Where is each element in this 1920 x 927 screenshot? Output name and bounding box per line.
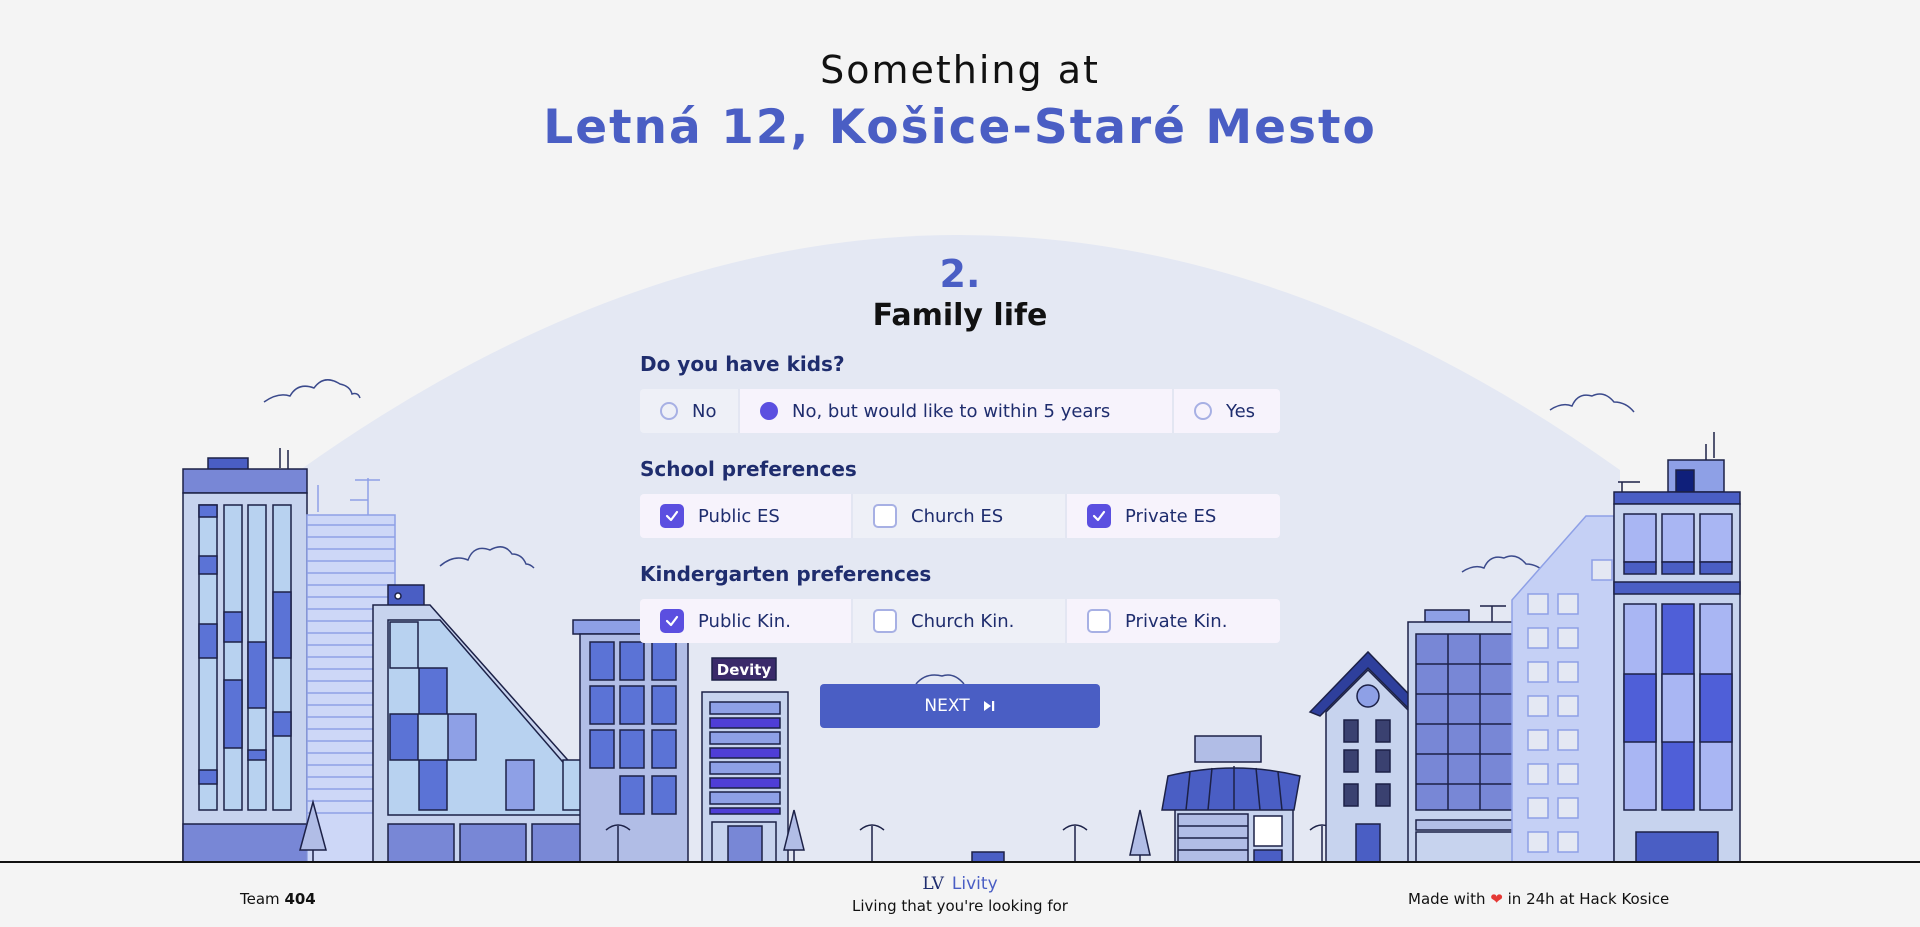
building-right-tall: [1613, 432, 1741, 863]
checkbox-checked-icon[interactable]: [660, 504, 684, 528]
kindergarten-checkbox-group: Public Kin. Church Kin. Private Kin.: [640, 599, 1280, 643]
step-number: 2.: [939, 252, 981, 296]
option-label: Church Kin.: [911, 610, 1015, 632]
next-button[interactable]: NEXT: [820, 684, 1100, 728]
kids-radio-group: No No, but would like to within 5 years …: [640, 389, 1280, 433]
made-suffix: in 24h at Hack Kosice: [1507, 890, 1670, 908]
kindergarten-option-public[interactable]: Public Kin.: [640, 599, 853, 643]
radio-icon[interactable]: [660, 402, 678, 420]
kids-option-no[interactable]: No: [640, 389, 740, 433]
kindergarten-option-church[interactable]: Church Kin.: [853, 599, 1067, 643]
school-option-public[interactable]: Public ES: [640, 494, 853, 538]
made-with-credit: Made with ❤ in 24h at Hack Kosice: [1408, 890, 1669, 908]
school-checkbox-group: Public ES Church ES Private ES: [640, 494, 1280, 538]
made-prefix: Made with: [1408, 890, 1486, 908]
logo-mark: LV: [922, 874, 944, 894]
page-heading: Something at: [820, 48, 1100, 92]
next-button-label: NEXT: [924, 696, 970, 716]
step-title: Family life: [872, 298, 1048, 333]
school-option-private[interactable]: Private ES: [1067, 494, 1280, 538]
heart-icon: ❤: [1490, 890, 1503, 908]
option-label: Church ES: [911, 505, 1004, 527]
checkbox-icon[interactable]: [873, 504, 897, 528]
checkbox-checked-icon[interactable]: [660, 609, 684, 633]
kindergarten-question-label: Kindergarten preferences: [640, 562, 932, 586]
checkbox-checked-icon[interactable]: [1087, 504, 1111, 528]
building-left-tall: [182, 448, 308, 863]
radio-selected-icon[interactable]: [760, 402, 778, 420]
kindergarten-option-private[interactable]: Private Kin.: [1067, 599, 1280, 643]
option-label: Private Kin.: [1125, 610, 1228, 632]
option-label: Private ES: [1125, 505, 1217, 527]
school-option-church[interactable]: Church ES: [853, 494, 1067, 538]
kids-question-label: Do you have kids?: [640, 352, 845, 376]
option-label: No: [692, 400, 717, 422]
checkbox-icon[interactable]: [873, 609, 897, 633]
option-label: Public Kin.: [698, 610, 791, 632]
radio-icon[interactable]: [1194, 402, 1212, 420]
kids-option-yes[interactable]: Yes: [1174, 389, 1280, 433]
option-label: Yes: [1226, 400, 1256, 422]
skip-forward-icon: [983, 701, 994, 711]
option-label: Public ES: [698, 505, 780, 527]
checkbox-icon[interactable]: [1087, 609, 1111, 633]
address-heading: Letná 12, Košice-Staré Mesto: [543, 100, 1377, 155]
building-right-office: [1407, 605, 1523, 863]
option-label: No, but would like to within 5 years: [792, 400, 1111, 422]
devity-sign: Devity: [717, 661, 772, 679]
logo-name: Livity: [951, 874, 998, 894]
kids-option-later[interactable]: No, but would like to within 5 years: [740, 389, 1174, 433]
school-question-label: School preferences: [640, 457, 857, 481]
building-midleft: [572, 619, 689, 863]
